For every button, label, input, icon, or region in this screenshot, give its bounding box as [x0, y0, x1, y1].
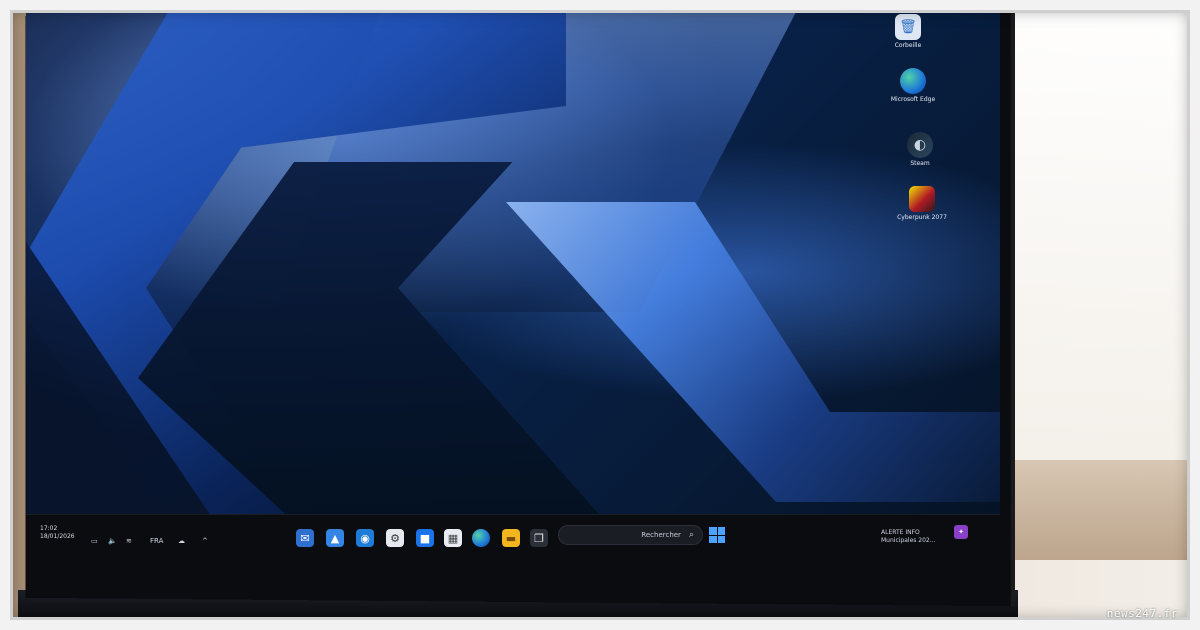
network-tray-icon[interactable]: ☁ [178, 537, 185, 545]
clock[interactable]: 17:02 18/01/2026 [40, 525, 75, 540]
clock-time: 17:02 [40, 525, 58, 532]
edge-icon [900, 68, 926, 94]
recycle-bin-icon: 🗑 [895, 14, 921, 40]
mail-icon[interactable]: ✉ [296, 529, 314, 547]
start-tile [717, 535, 725, 543]
desktop-icon-recycle-bin[interactable]: 🗑 Corbeille [880, 14, 936, 49]
desktop-icon-steam[interactable]: ◐ Steam [892, 132, 948, 167]
desktop-icon-label: Microsoft Edge [890, 96, 936, 103]
volume-icon[interactable]: 🔈 [108, 537, 117, 545]
desktop-screen[interactable]: 🗑 Corbeille Microsoft Edge ◐ Steam Cyber… [26, 12, 1000, 514]
desktop-icon-label: Cyberpunk 2077 [897, 214, 947, 221]
calendar-icon[interactable]: ▦ [444, 529, 462, 547]
start-button[interactable] [709, 527, 725, 543]
clock-date: 18/01/2026 [40, 532, 75, 540]
task-view-icon[interactable]: ❐ [530, 529, 548, 547]
start-tile [717, 527, 725, 535]
wifi-icon[interactable]: ≋ [126, 537, 132, 545]
start-tile [709, 535, 717, 543]
search-icon: ⌕ [688, 530, 694, 540]
chevron-up-icon[interactable]: ^ [202, 537, 208, 545]
news-widget[interactable]: ALERTE INFO Municipales 202... [881, 529, 935, 545]
settings-icon[interactable]: ⚙ [386, 529, 404, 547]
taskbar: 17:02 18/01/2026 ▭ 🔈 ≋ FRA ☁ ^ ✉ ▲ ◉ ⚙ ■… [26, 514, 1000, 561]
search-box[interactable]: Rechercher ⌕ [558, 525, 703, 545]
media-player-icon[interactable]: ◉ [356, 529, 374, 547]
search-placeholder: Rechercher [641, 531, 681, 539]
store-icon[interactable]: ■ [416, 529, 434, 547]
news-title: ALERTE INFO [881, 529, 920, 536]
cyberpunk-icon [909, 186, 935, 212]
edge-taskbar-icon[interactable] [472, 529, 490, 547]
steam-icon: ◐ [907, 132, 933, 158]
language-indicator[interactable]: FRA [150, 537, 163, 545]
photos-icon[interactable]: ▲ [326, 529, 344, 547]
desktop-icon-label: Steam [910, 160, 930, 167]
watermark: news247.fr [1106, 607, 1178, 620]
news-subtitle: Municipales 202... [881, 536, 936, 544]
desktop-icon-cyberpunk[interactable]: Cyberpunk 2077 [894, 186, 950, 221]
desktop-icon-edge[interactable]: Microsoft Edge [885, 68, 941, 103]
file-explorer-icon[interactable]: ▬ [502, 529, 520, 547]
battery-icon[interactable]: ▭ [91, 537, 98, 545]
news-icon[interactable]: ✦ [954, 525, 968, 539]
desktop-icon-label: Corbeille [894, 42, 922, 49]
start-tile [709, 527, 717, 535]
